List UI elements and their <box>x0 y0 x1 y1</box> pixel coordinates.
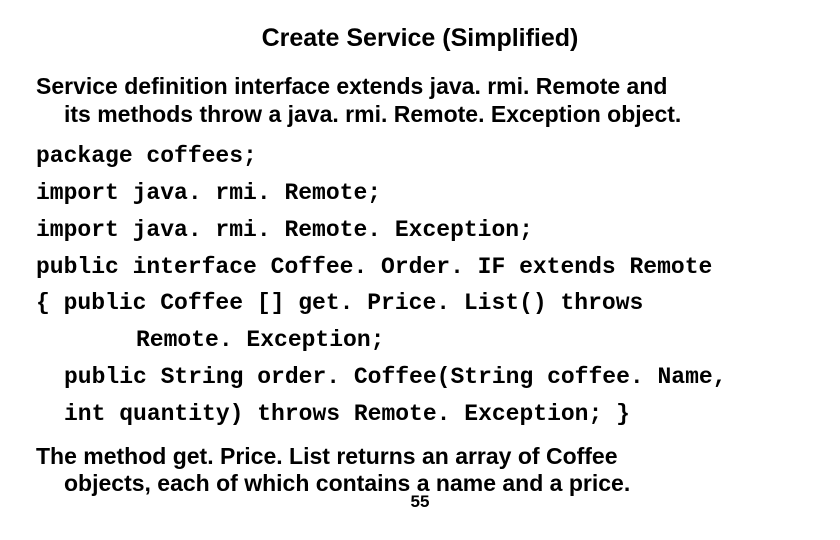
code-line-6: public String order. Coffee(String coffe… <box>36 359 804 396</box>
code-line-3: import java. rmi. Remote. Exception; <box>36 212 804 249</box>
slide-title: Create Service (Simplified) <box>36 24 804 53</box>
code-block: package coffees; import java. rmi. Remot… <box>36 138 804 432</box>
intro-line-2: its methods throw a java. rmi. Remote. E… <box>36 101 804 129</box>
code-line-2: import java. rmi. Remote; <box>36 175 804 212</box>
code-line-5b: Remote. Exception; <box>36 322 804 359</box>
outro-paragraph: The method get. Price. List returns an a… <box>36 443 804 498</box>
code-line-5: { public Coffee [] get. Price. List() th… <box>36 290 643 316</box>
intro-paragraph: Service definition interface extends jav… <box>36 73 804 128</box>
outro-line-1: The method get. Price. List returns an a… <box>36 443 618 469</box>
code-line-1: package coffees; <box>36 138 804 175</box>
intro-line-1: Service definition interface extends jav… <box>36 73 667 99</box>
code-line-7: int quantity) throws Remote. Exception; … <box>36 396 804 433</box>
code-line-4: public interface Coffee. Order. IF exten… <box>36 249 804 286</box>
